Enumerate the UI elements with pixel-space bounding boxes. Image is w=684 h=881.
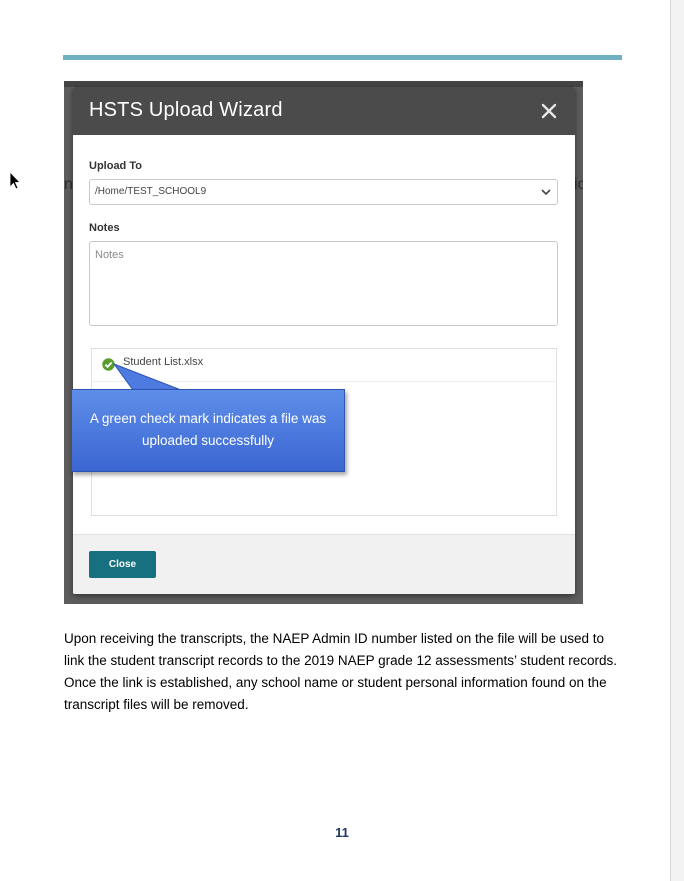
upload-to-select[interactable]: /Home/TEST_SCHOOL9 xyxy=(89,179,558,205)
body-paragraph: Upon receiving the transcripts, the NAEP… xyxy=(64,631,618,712)
callout-box: A green check mark indicates a file was … xyxy=(71,389,345,472)
embedded-screenshot: ni ic HSTS Upload Wizard Upload To /Home… xyxy=(64,81,583,604)
background-fragment: ic xyxy=(574,176,583,193)
close-button[interactable]: Close xyxy=(89,551,156,578)
dialog-title: HSTS Upload Wizard xyxy=(89,99,283,121)
page-gutter xyxy=(670,0,684,881)
upload-to-label: Upload To xyxy=(89,160,142,172)
callout-text: A green check mark indicates a file was … xyxy=(89,411,327,448)
header-rule xyxy=(63,55,622,60)
dialog-footer: Close xyxy=(73,534,575,594)
dialog-header: HSTS Upload Wizard xyxy=(73,87,575,135)
chevron-down-icon xyxy=(541,189,551,196)
page-number: 11 xyxy=(335,825,349,840)
notes-label: Notes xyxy=(89,222,120,234)
upload-to-value: /Home/TEST_SCHOOL9 xyxy=(95,186,207,197)
notes-placeholder: Notes xyxy=(95,249,124,261)
notes-textarea[interactable]: Notes xyxy=(89,241,558,326)
upload-wizard-dialog: HSTS Upload Wizard Upload To /Home/TEST_… xyxy=(73,87,575,594)
mouse-pointer-icon xyxy=(9,171,21,190)
close-icon[interactable] xyxy=(540,102,558,120)
